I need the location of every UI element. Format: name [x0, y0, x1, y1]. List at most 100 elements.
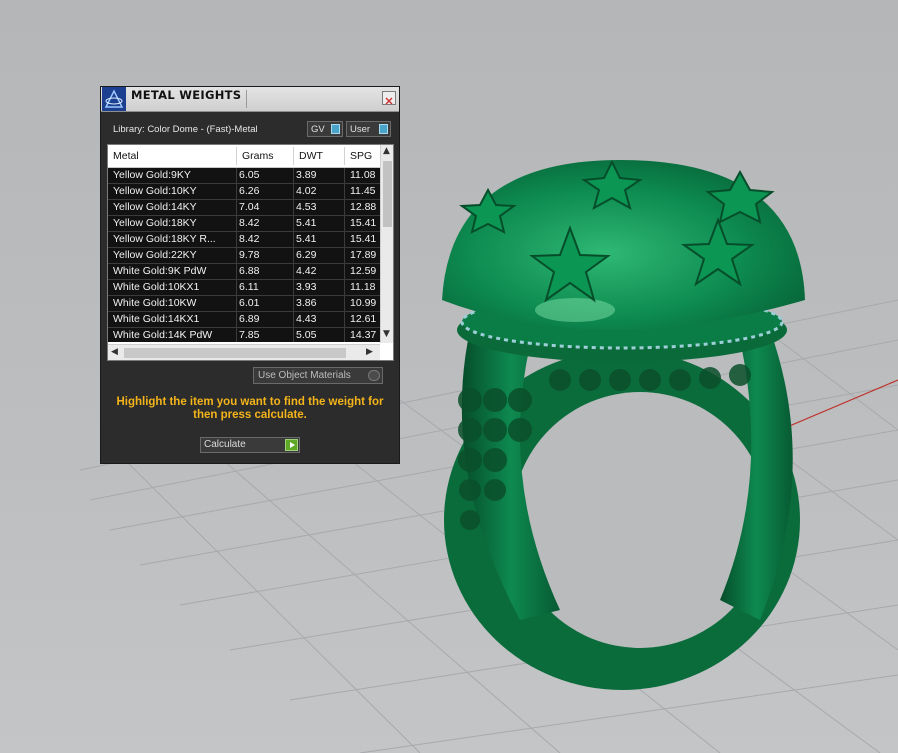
metal-cell: White Gold:14KX1	[113, 313, 200, 325]
dialog-title: METAL WEIGHTS	[131, 88, 242, 102]
header-divider	[236, 147, 237, 165]
dwt-cell: 5.05	[296, 329, 317, 341]
grams-cell: 6.01	[239, 297, 260, 309]
user-toggle[interactable]: User	[346, 121, 391, 137]
scroll-down-icon[interactable]: ▼	[383, 329, 390, 339]
metal-weights-table[interactable]: Metal Grams DWT SPG Yellow Gold:9KY 6.05 3…	[107, 144, 394, 361]
column-divider	[344, 200, 345, 216]
horizontal-scroll-thumb[interactable]	[124, 348, 346, 358]
dwt-cell: 3.89	[296, 169, 317, 181]
column-divider	[344, 168, 345, 184]
table-row[interactable]: White Gold:14KX1 6.89 4.43 12.61	[108, 312, 380, 328]
vertical-scroll-thumb[interactable]	[383, 161, 392, 227]
gv-toggle-label: GV	[311, 124, 325, 135]
table-row[interactable]: White Gold:10KX1 6.11 3.93 11.18	[108, 280, 380, 296]
dwt-cell: 3.86	[296, 297, 317, 309]
column-divider	[344, 264, 345, 280]
column-divider	[293, 328, 294, 342]
table-row[interactable]: Yellow Gold:14KY 7.04 4.53 12.88	[108, 200, 380, 216]
metal-cell: Yellow Gold:18KY	[113, 217, 197, 229]
metal-cell: Yellow Gold:22KY	[113, 249, 197, 261]
dialog-titlebar[interactable]: METAL WEIGHTS	[101, 87, 399, 112]
column-divider	[344, 312, 345, 328]
spg-cell: 17.89	[350, 249, 377, 261]
column-divider	[236, 232, 237, 248]
use-object-materials-checkbox[interactable]: Use Object Materials	[253, 367, 383, 384]
grams-cell: 7.85	[239, 329, 260, 341]
grams-cell: 6.11	[239, 281, 259, 293]
table-row[interactable]: Yellow Gold:9KY 6.05 3.89 11.08	[108, 168, 380, 184]
gv-toggle[interactable]: GV	[307, 121, 343, 137]
metal-cell: Yellow Gold:14KY	[113, 201, 197, 213]
play-arrow-icon	[285, 439, 298, 451]
spg-cell: 14.37	[350, 329, 377, 341]
dwt-cell: 4.02	[296, 185, 317, 197]
spg-cell: 12.59	[350, 265, 377, 277]
column-divider	[344, 232, 345, 248]
column-divider	[293, 312, 294, 328]
spg-cell: 11.45	[350, 185, 376, 197]
grams-cell: 7.04	[239, 201, 260, 213]
spg-cell: 11.08	[350, 169, 376, 181]
spg-cell: 10.99	[350, 297, 377, 309]
column-divider	[236, 296, 237, 312]
metal-cell: Yellow Gold:10KY	[113, 185, 197, 197]
table-row[interactable]: White Gold:14K PdW 7.85 5.05 14.37	[108, 328, 380, 342]
column-divider	[293, 296, 294, 312]
column-divider	[236, 264, 237, 280]
column-divider	[344, 328, 345, 342]
header-spg[interactable]: SPG	[350, 150, 372, 162]
grams-cell: 6.05	[239, 169, 260, 181]
grams-cell: 6.26	[239, 185, 260, 197]
table-row[interactable]: White Gold:10KW 6.01 3.86 10.99	[108, 296, 380, 312]
table-header: Metal Grams DWT SPG	[108, 145, 380, 168]
scroll-left-icon[interactable]: ◀	[111, 347, 118, 357]
header-divider	[344, 147, 345, 165]
column-divider	[236, 168, 237, 184]
checkbox-icon	[368, 370, 380, 381]
table-body: Yellow Gold:9KY 6.05 3.89 11.08 Yellow Gold:…	[108, 168, 380, 342]
column-divider	[344, 280, 345, 296]
column-divider	[293, 280, 294, 296]
dwt-cell: 3.93	[296, 281, 317, 293]
column-divider	[293, 168, 294, 184]
toggle-switch-icon	[379, 124, 388, 134]
library-label: Library: Color Dome - (Fast)-Metal	[113, 124, 258, 135]
column-divider	[293, 216, 294, 232]
column-divider	[293, 248, 294, 264]
table-row[interactable]: Yellow Gold:10KY 6.26 4.02 11.45	[108, 184, 380, 200]
dwt-cell: 4.43	[296, 313, 317, 325]
instruction-text: Highlight the item you want to find the …	[116, 396, 384, 421]
column-divider	[293, 184, 294, 200]
close-icon	[385, 97, 393, 105]
header-metal[interactable]: Metal	[113, 150, 139, 162]
table-row[interactable]: White Gold:9K PdW 6.88 4.42 12.59	[108, 264, 380, 280]
vertical-scrollbar[interactable]: ▲ ▼	[380, 145, 393, 343]
calculate-button[interactable]: Calculate	[200, 437, 300, 453]
grams-cell: 8.42	[239, 217, 260, 229]
column-divider	[344, 296, 345, 312]
spg-cell: 11.18	[350, 281, 376, 293]
header-dwt[interactable]: DWT	[299, 150, 323, 162]
close-button[interactable]	[382, 91, 396, 105]
column-divider	[236, 200, 237, 216]
grams-cell: 8.42	[239, 233, 260, 245]
table-row[interactable]: Yellow Gold:18KY 8.42 5.41 15.41	[108, 216, 380, 232]
scroll-up-icon[interactable]: ▲	[383, 146, 390, 156]
dwt-cell: 5.41	[296, 217, 317, 229]
header-grams[interactable]: Grams	[242, 150, 274, 162]
table-row[interactable]: Yellow Gold:22KY 9.78 6.29 17.89	[108, 248, 380, 264]
spg-cell: 12.88	[350, 201, 377, 213]
column-divider	[236, 184, 237, 200]
scroll-right-icon[interactable]: ▶	[366, 347, 373, 357]
column-divider	[236, 312, 237, 328]
column-divider	[236, 248, 237, 264]
user-toggle-label: User	[350, 124, 371, 135]
spg-cell: 12.61	[350, 313, 377, 325]
horizontal-scrollbar[interactable]: ◀ ▶	[108, 344, 380, 360]
title-separator	[246, 90, 247, 108]
table-row[interactable]: Yellow Gold:18KY R... 8.42 5.41 15.41	[108, 232, 380, 248]
grams-cell: 6.88	[239, 265, 260, 277]
dwt-cell: 6.29	[296, 249, 317, 261]
grams-cell: 6.89	[239, 313, 260, 325]
